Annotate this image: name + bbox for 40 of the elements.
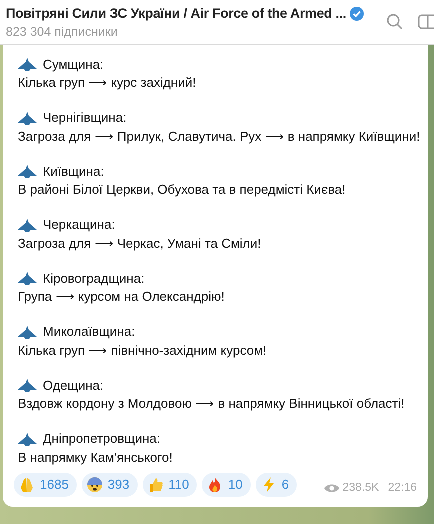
region-heading: Кіровоградщина:	[43, 270, 145, 288]
region-heading: Дніпропетровщина:	[43, 430, 161, 448]
region-heading: Черкащина:	[43, 216, 116, 234]
reaction-chip[interactable]: 110	[142, 472, 198, 497]
message-text: В районі Білої Церкви, Обухова та в передмісті Києва!	[18, 181, 347, 198]
message-text: Загроза для ⟶ Прилук, Славутича. Рух ⟶ в напрямку Київщини!	[18, 128, 422, 145]
region-heading: Миколаївщина:	[43, 323, 136, 341]
message-text: Кілька груп ⟶ північно-західним курсом!	[18, 342, 268, 359]
fire-icon	[207, 476, 224, 493]
message-time: 22:16	[388, 481, 417, 496]
message-text: Група ⟶ курсом на Олександрію!	[18, 288, 226, 306]
praying-hands-icon	[19, 476, 35, 493]
subscriber-count: 823 304 підписники	[6, 24, 119, 40]
message-text: Загроза для ⟶ Черкас, Умані та Сміли!	[18, 234, 262, 252]
reaction-chip[interactable]: 1685	[14, 472, 77, 497]
drone-icon	[18, 58, 37, 71]
message-text: В напрямку Кам'янського!	[18, 448, 174, 466]
reaction-chip[interactable]: 6	[256, 472, 298, 497]
reaction-chip[interactable]: 10	[202, 472, 251, 497]
drone-icon	[18, 112, 37, 124]
message-text: Кілька груп ⟶ курс західний!	[18, 74, 198, 92]
drone-icon	[18, 326, 37, 338]
message-text: Вздовж кордону з Молдовою ⟶ в напрямку Вінницької області!	[18, 395, 406, 412]
region-heading: Київщина:	[43, 162, 104, 180]
channel-title: Повітряні Сили ЗС України / Air Force of the Armed ...	[6, 4, 346, 23]
thumbs-up-icon	[148, 476, 164, 493]
drone-icon	[18, 165, 37, 178]
drone-icon	[18, 432, 37, 446]
drone-icon	[18, 272, 37, 285]
region-heading: Сумщина:	[43, 56, 104, 74]
eye-icon	[324, 483, 340, 494]
region-heading: Чернігівщина:	[43, 109, 127, 127]
view-count: 238.5K	[342, 481, 380, 496]
sidebar-icon	[418, 14, 434, 30]
region-heading: Одещина:	[43, 376, 104, 394]
fearful-face-icon	[86, 476, 103, 493]
drone-icon	[18, 379, 37, 392]
reaction-chip[interactable]: 393	[82, 472, 138, 497]
search-icon	[386, 13, 404, 31]
drone-icon	[18, 218, 37, 232]
